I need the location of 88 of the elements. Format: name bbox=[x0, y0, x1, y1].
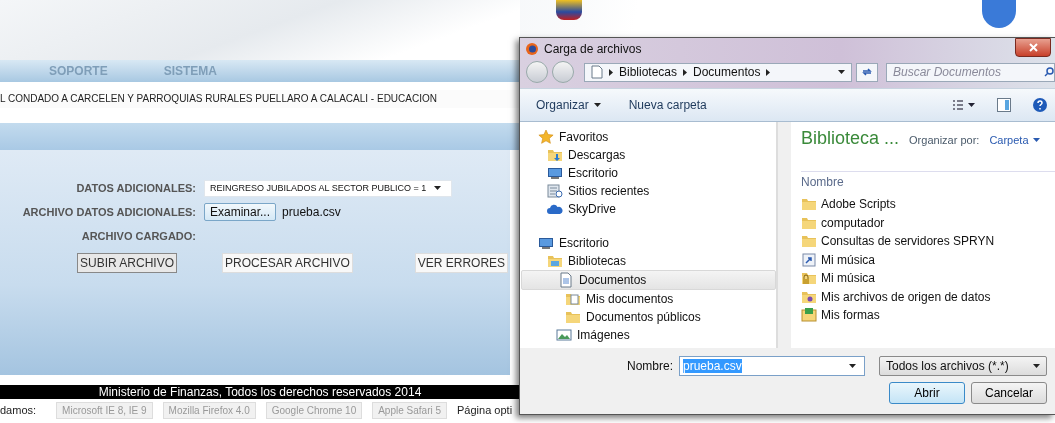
folder-icon bbox=[565, 309, 581, 325]
preview-pane-icon bbox=[997, 98, 1011, 112]
scrollbar[interactable] bbox=[777, 122, 791, 348]
monitor-icon bbox=[538, 235, 554, 251]
breadcrumb-item[interactable]: Bibliotecas bbox=[619, 65, 678, 79]
dropdown-caret-icon bbox=[838, 70, 845, 74]
browsers-label: damos: bbox=[0, 404, 37, 416]
back-button[interactable] bbox=[526, 61, 548, 83]
caret-icon bbox=[1032, 138, 1040, 142]
select-field[interactable]: REINGRESO JUBILADOS AL SECTOR PUBLICO = 1 bbox=[204, 179, 452, 197]
file-name: prueba.csv bbox=[282, 205, 341, 219]
dropdown-caret-icon bbox=[593, 103, 601, 107]
document-icon bbox=[558, 272, 574, 288]
file-item[interactable]: Mis formas bbox=[801, 306, 1055, 325]
navigation-item[interactable]: Favoritos bbox=[520, 128, 776, 146]
navigation-item[interactable]: Mis documentos bbox=[520, 290, 776, 308]
navigation-item[interactable]: SkyDrive bbox=[520, 200, 776, 218]
navigation-item[interactable]: Documentos públicos bbox=[520, 308, 776, 326]
star-icon bbox=[538, 129, 554, 145]
recent-places-icon bbox=[547, 183, 563, 199]
picture-icon bbox=[556, 327, 572, 343]
window-title: Carga de archivos bbox=[544, 42, 642, 56]
file-item[interactable]: Mi música bbox=[801, 250, 1055, 269]
shortcut-icon bbox=[801, 251, 817, 268]
navigation-item[interactable]: Imágenes bbox=[520, 326, 776, 344]
action-button[interactable]: PROCESAR ARCHIVO bbox=[222, 253, 353, 273]
dialog-button[interactable]: Cancelar bbox=[971, 382, 1047, 404]
user-figure-icon bbox=[982, 0, 1016, 28]
chevron-icon bbox=[609, 68, 613, 76]
download-folder-icon bbox=[547, 147, 563, 163]
browser-badge: Mozilla Firefox 4.0 bbox=[162, 401, 256, 419]
toolbar-button[interactable]: Nueva carpeta bbox=[628, 98, 707, 112]
file-item[interactable]: Adobe Scripts bbox=[801, 195, 1055, 214]
folder-icon bbox=[801, 196, 817, 213]
library-folder-icon bbox=[547, 253, 563, 269]
chevron-icon bbox=[683, 68, 688, 76]
chevron-icon bbox=[766, 68, 771, 76]
arrange-label: Organizar por: bbox=[909, 134, 980, 146]
field-label: ARCHIVO CARGADO: bbox=[81, 230, 196, 242]
toolbar-button[interactable]: Organizar bbox=[536, 98, 601, 112]
file-item[interactable]: Mis archivos de origen de datos bbox=[801, 287, 1055, 306]
browse-button[interactable]: Examinar... bbox=[204, 203, 277, 221]
address-bar[interactable]: Bibliotecas Documentos bbox=[584, 62, 852, 82]
navigation-item[interactable]: Sitios recientes bbox=[520, 182, 776, 200]
browser-badge: Google Chrome 10 bbox=[265, 401, 363, 419]
document-icon bbox=[591, 65, 603, 79]
emblem-icon bbox=[556, 0, 582, 20]
footer-text: Ministerio de Finanzas, Todos los derechos reservados 2014 bbox=[0, 385, 520, 399]
navigation-item[interactable]: Bibliotecas bbox=[520, 252, 776, 270]
browser-badge: Microsoft IE 8, IE 9 bbox=[56, 401, 153, 419]
forward-button[interactable] bbox=[552, 61, 574, 83]
field-label: DATOS ADICIONALES: bbox=[76, 182, 196, 194]
filename-label: Nombre: bbox=[627, 359, 673, 373]
library-title: Biblioteca ... bbox=[801, 128, 900, 149]
dropdown-caret-icon bbox=[1033, 364, 1040, 368]
search-icon bbox=[1044, 67, 1054, 77]
breadcrumb-item[interactable]: Documentos bbox=[693, 65, 761, 79]
navigation-item[interactable]: Descargas bbox=[520, 146, 776, 164]
action-button[interactable]: VER ERRORES bbox=[414, 253, 509, 273]
refresh-icon bbox=[861, 67, 873, 77]
browser-badge: Apple Safari 5 bbox=[372, 401, 448, 419]
navigation-item[interactable]: Escritorio bbox=[520, 234, 776, 252]
help-icon bbox=[1033, 98, 1047, 112]
navigation-item[interactable]: Documentos bbox=[521, 270, 776, 290]
document-folder-icon bbox=[565, 291, 581, 307]
refresh-button[interactable] bbox=[856, 62, 878, 82]
dropdown-caret-icon bbox=[849, 364, 856, 368]
locked-folder-icon bbox=[801, 270, 817, 287]
dialog-button[interactable]: Abrir bbox=[889, 382, 965, 404]
monitor-icon bbox=[547, 165, 563, 181]
optimized-text: Página opti bbox=[457, 404, 513, 416]
view-options-icon bbox=[953, 100, 975, 110]
entity-name: L CONDADO A CARCELEN Y PARROQUIAS RURALES PUELLARO A CALACALI - EDUCACION bbox=[0, 90, 520, 108]
file-item[interactable]: Mi música bbox=[801, 269, 1055, 288]
close-icon bbox=[1028, 43, 1038, 52]
column-header[interactable]: Nombre bbox=[801, 171, 1055, 195]
browser-logo-icon bbox=[526, 43, 538, 55]
folder-icon bbox=[801, 233, 817, 250]
file-type-dropdown[interactable]: Todos los archivos (*.*) bbox=[879, 356, 1047, 376]
action-button[interactable]: SUBIR ARCHIVO bbox=[77, 253, 178, 273]
arrange-dropdown[interactable]: Carpeta bbox=[989, 134, 1040, 146]
navigation-item[interactable]: Escritorio bbox=[520, 164, 776, 182]
dropdown-caret-icon bbox=[434, 186, 441, 190]
field-label: ARCHIVO DATOS ADICIONALES: bbox=[22, 206, 196, 218]
form-icon bbox=[801, 307, 817, 324]
close-button[interactable] bbox=[1015, 38, 1051, 57]
file-item[interactable]: computador bbox=[801, 213, 1055, 232]
file-item[interactable]: Consultas de servidores SPRYN bbox=[801, 232, 1055, 251]
